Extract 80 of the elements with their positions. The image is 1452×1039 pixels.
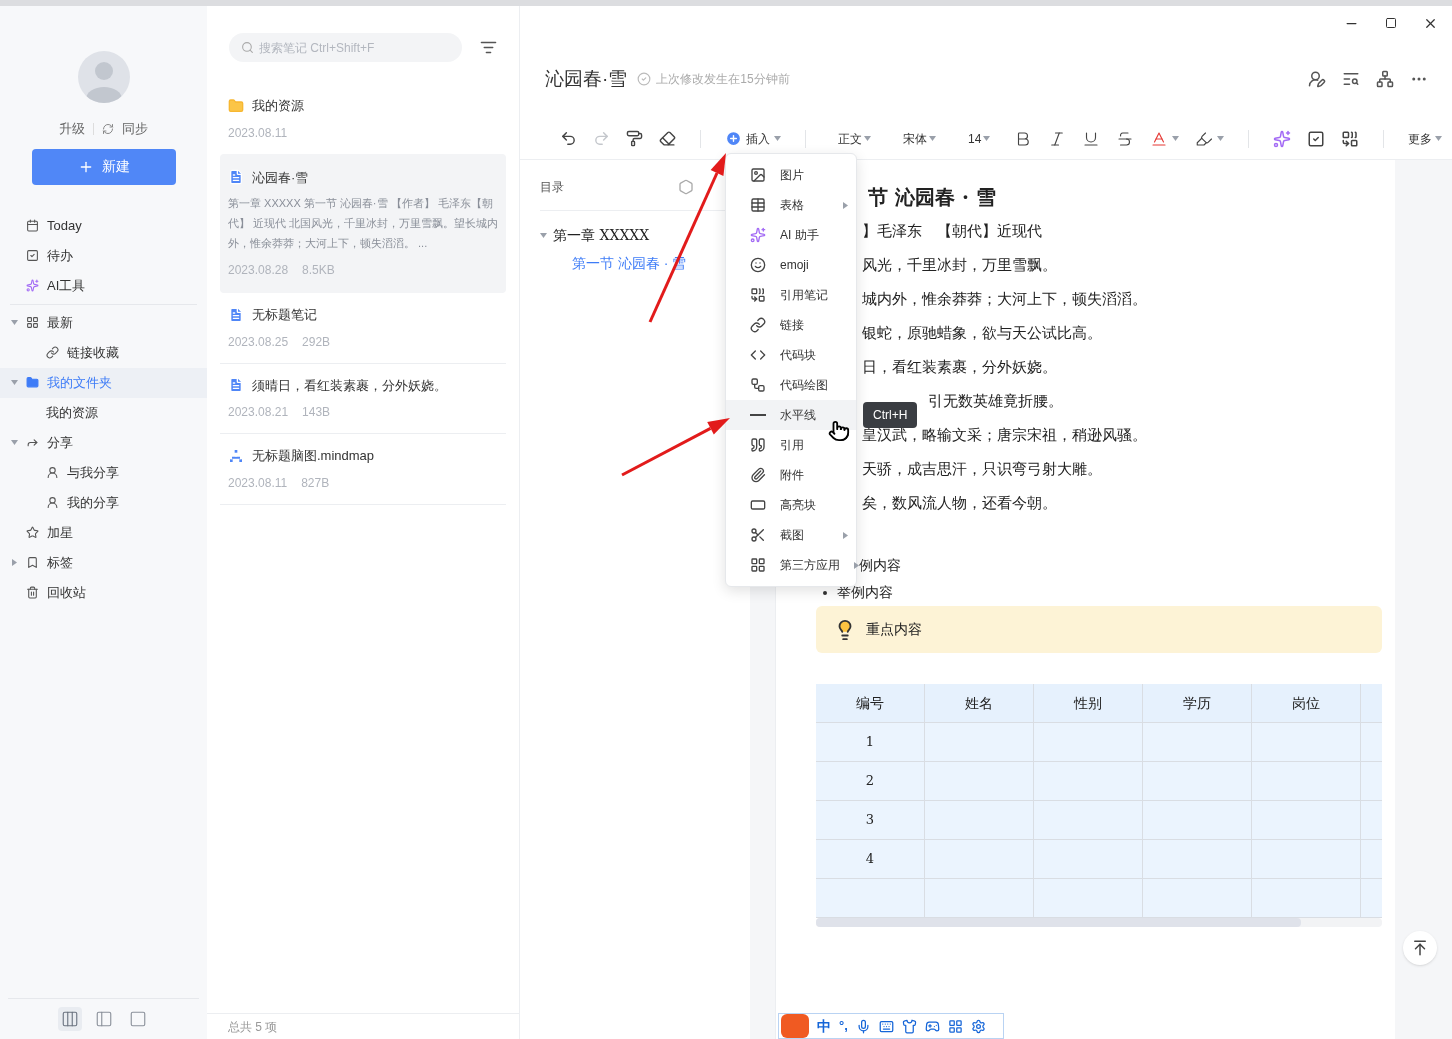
note-size: 143B — [302, 404, 331, 421]
document-heading: 节 沁园春 · 雪 — [868, 184, 997, 211]
document-line: 日，看红装素裹，分外妖娆。 — [862, 357, 1057, 377]
insert-button[interactable]: 插入 — [725, 129, 781, 148]
menu-item[interactable]: 链接 — [726, 310, 856, 340]
note-item[interactable]: 须晴日，看红装素裹，分外妖娆。 2023.08.21 143B — [220, 363, 506, 434]
sidebar-item[interactable]: 我的文件夹 — [0, 367, 207, 398]
toc-title: 目录 — [540, 179, 564, 196]
menu-item[interactable]: 截图 — [726, 520, 856, 550]
format-dropdown[interactable]: 14 — [960, 129, 999, 148]
save-status: 上次修改发生在15分钟前 — [656, 71, 790, 88]
table-header-cell: 岗位 — [1251, 684, 1361, 723]
sidebar-item[interactable]: 标签 — [0, 547, 207, 578]
note-item[interactable]: 无标题脑图.mindmap 2023.08.11 827B — [220, 434, 506, 505]
note-title: 须晴日，看红装素裹，分外妖娆。 — [252, 376, 447, 395]
document-title: 沁园春·雪 — [545, 66, 628, 91]
menu-item[interactable]: 高亮块 — [726, 490, 856, 520]
sidebar-item[interactable]: 待办 — [0, 240, 207, 271]
menu-item[interactable]: 代码块 — [726, 340, 856, 370]
note-title: 无标题笔记 — [252, 306, 317, 324]
sidebar-item[interactable]: 我的资源 — [0, 397, 207, 428]
table-header-cell: 性别 — [1033, 684, 1143, 723]
table-cell: 2 — [816, 761, 925, 801]
format-dropdown[interactable]: 宋体 — [895, 129, 944, 148]
ime-mode[interactable]: 中 — [817, 1015, 831, 1037]
note-item[interactable]: 无标题笔记 2023.08.25 292B — [220, 293, 506, 364]
note-date: 2023.08.11 — [228, 474, 288, 492]
menu-item[interactable]: emoji — [726, 250, 856, 280]
table-header-cell: 学历 — [1142, 684, 1252, 723]
format-dropdown[interactable]: 正文 — [830, 129, 879, 148]
sidebar-item[interactable]: 链接收藏 — [0, 337, 207, 368]
table-cell: 4 — [816, 839, 925, 879]
note-size: 8.5KB — [302, 262, 335, 279]
menu-item[interactable]: 代码绘图 — [726, 370, 856, 400]
sidebar-item[interactable]: AI工具 — [0, 270, 207, 301]
note-title: 我的资源 — [252, 97, 304, 115]
upgrade-link[interactable]: 升级 — [59, 119, 85, 139]
table-cell: 3 — [816, 800, 925, 840]
list-item-text: 例内容 — [859, 556, 901, 575]
menu-item[interactable]: 引用 — [726, 430, 856, 460]
more-button[interactable]: 更多 — [1408, 129, 1443, 148]
menu-item[interactable]: 图片 — [726, 160, 856, 190]
note-item[interactable]: 我的资源 2023.08.11 — [220, 84, 506, 154]
sidebar-item[interactable]: 加星 — [0, 517, 207, 548]
document-line: 风光，千里冰封，万里雪飘。 — [862, 255, 1057, 275]
document-line: 引无数英雄竟折腰。 — [928, 391, 1063, 411]
table-header-cell: 编号 — [816, 684, 925, 723]
note-size: 292B — [302, 333, 331, 351]
sidebar-item[interactable]: 回收站 — [0, 577, 207, 608]
note-excerpt: 第一章 XXXXX 第一节 沁园春·雪 【作者】 毛泽东【朝代】 近现代 北国风光，千里冰封，万里雪飘。望长城内外，惟余莽莽；大河上下，顿失滔滔。 ... — [228, 196, 500, 251]
document-line: 天骄，成吉思汗，只识弯弓射大雕。 — [862, 459, 1102, 479]
sidebar-item[interactable]: 我的分享 — [0, 487, 207, 518]
note-date: 2023.08.28 — [228, 262, 289, 279]
table-header-cell: 姓名 — [924, 684, 1034, 723]
ime-punctuation[interactable]: °, — [839, 1016, 848, 1036]
note-title: 无标题脑图.mindmap — [252, 447, 375, 465]
note-date: 2023.08.11 — [228, 124, 288, 142]
menu-item[interactable]: 第三方应用 — [726, 550, 856, 580]
sidebar-item[interactable]: 与我分享 — [0, 457, 207, 488]
sidebar-item[interactable]: 分享 — [0, 427, 207, 458]
sync-link[interactable]: 同步 — [122, 119, 148, 139]
document-line: 银蛇，原驰蜡象，欲与天公试比高。 — [862, 323, 1102, 343]
sidebar-item[interactable]: Today — [0, 210, 207, 241]
menu-item[interactable]: 附件 — [726, 460, 856, 490]
shortcut-tooltip: Ctrl+H — [863, 402, 918, 428]
callout-text: 重点内容 — [866, 620, 922, 639]
document-line: 城内外，惟余莽莽；大河上下，顿失滔滔。 — [862, 289, 1147, 309]
menu-item[interactable]: 表格 — [726, 190, 856, 220]
document-line: 】毛泽东 【朝代】近现代 — [862, 221, 1042, 241]
note-count: 总共 5 项 — [228, 1019, 278, 1034]
note-item[interactable]: 沁园春·雪 第一章 XXXXX 第一节 沁园春·雪 【作者】 毛泽东【朝代】 近现代 北国风光，千里冰封，万里雪飘。望长城内外，惟余莽莽；大河上下，顿失滔滔。 ... 2023.08.28 8.5KB — [220, 153, 506, 293]
note-date: 2023.08.25 — [228, 333, 289, 351]
sidebar-item[interactable]: 最新 — [0, 307, 207, 338]
search-field[interactable]: 搜索笔记 Ctrl+Shift+F — [229, 33, 462, 62]
note-title: 沁园春·雪 — [252, 168, 309, 187]
note-date: 2023.08.21 — [228, 404, 289, 421]
document-line: 矣，数风流人物，还看今朝。 — [862, 493, 1057, 513]
table-cell: 1 — [816, 722, 925, 762]
note-size: 827B — [301, 474, 330, 492]
menu-item[interactable]: 引用笔记 — [726, 280, 856, 310]
